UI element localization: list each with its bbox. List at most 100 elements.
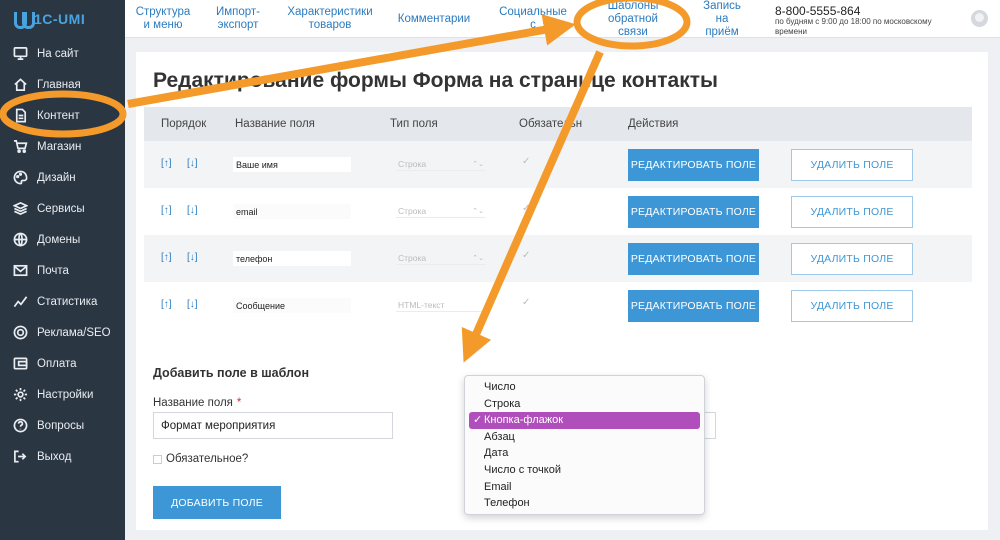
tab-label: экспорт	[217, 19, 259, 31]
tab-social[interactable]: Социальные с	[495, 0, 571, 38]
move-up-button[interactable]: [↑]	[161, 158, 172, 169]
sidebar-item-shop[interactable]: Магазин	[0, 131, 125, 162]
move-down-button[interactable]: [↓]	[187, 158, 198, 169]
dropdown-option[interactable]: Строка	[465, 396, 704, 413]
tab-feedback-templates[interactable]: Шаблоны обратной связи	[595, 0, 671, 38]
move-up-button[interactable]: [↑]	[161, 252, 172, 263]
table-row: [↑] [↓] Строка ⌃⌄ ✓ РЕДАКТИРОВАТЬ ПОЛЕ УД…	[144, 188, 972, 235]
new-field-name-input[interactable]	[153, 412, 393, 439]
support-hours: по будням с 9:00 до 18:00 по московскому…	[775, 17, 932, 36]
tab-label: приём	[705, 25, 739, 38]
tab-label: Шаблоны	[607, 0, 659, 12]
palette-icon	[12, 170, 28, 186]
required-checkbox[interactable]: ✓	[522, 250, 530, 261]
field-name-input[interactable]	[233, 298, 351, 313]
add-field-heading: Добавить поле в шаблон	[153, 366, 309, 380]
tab-label: Характеристики	[287, 6, 373, 18]
field-type-select[interactable]: Строка ⌃⌄	[396, 159, 486, 171]
globe-icon	[12, 232, 28, 248]
sidebar-item-settings[interactable]: Настройки	[0, 379, 125, 410]
tab-comments[interactable]: Комментарии	[393, 0, 475, 38]
field-type-value: HTML-текст	[398, 300, 445, 310]
tab-structure[interactable]: Структура и меню	[133, 0, 193, 38]
add-field-button[interactable]: ДОБАВИТЬ ПОЛЕ	[153, 486, 281, 519]
required-checkbox[interactable]: ✓	[522, 156, 530, 167]
sidebar-item-stats[interactable]: Статистика	[0, 286, 125, 317]
sidebar-item-label: Реклама/SEO	[37, 326, 111, 339]
tab-product-properties[interactable]: Характеристики товаров	[282, 0, 378, 38]
field-name-label-text: Название поля	[153, 397, 233, 409]
target-icon	[12, 325, 28, 341]
delete-field-button[interactable]: УДАЛИТЬ ПОЛЕ	[791, 149, 913, 181]
select-arrow-icon: ⌃⌄	[472, 255, 484, 262]
field-name-input[interactable]	[233, 204, 351, 219]
edit-field-button[interactable]: РЕДАКТИРОВАТЬ ПОЛЕ	[628, 290, 759, 322]
logo-icon	[14, 12, 35, 29]
sidebar-item-label: Магазин	[37, 140, 82, 153]
sidebar-item-logout[interactable]: Выход	[0, 441, 125, 472]
table-row: [↑] [↓] HTML-текст ✓ РЕДАКТИРОВАТЬ ПОЛЕ …	[144, 282, 972, 329]
sidebar-item-label: На сайт	[37, 47, 79, 60]
dropdown-option[interactable]: Email	[465, 479, 704, 496]
required-checkbox[interactable]: ✓	[522, 203, 530, 214]
delete-field-button[interactable]: УДАЛИТЬ ПОЛЕ	[791, 196, 913, 228]
sidebar-item-label: Домены	[37, 233, 81, 246]
sidebar-item-design[interactable]: Дизайн	[0, 162, 125, 193]
edit-field-button[interactable]: РЕДАКТИРОВАТЬ ПОЛЕ	[628, 243, 759, 275]
sidebar-item-mail[interactable]: Почта	[0, 255, 125, 286]
field-type-dropdown: Число Строка ✓ Кнопка-флажок Абзац Дата Ч…	[464, 375, 705, 515]
tab-label: обратной	[608, 12, 658, 25]
check-icon: ✓	[473, 414, 483, 427]
tab-import-export[interactable]: Импорт-экспорт	[207, 0, 269, 38]
dropdown-option[interactable]: Число	[465, 379, 704, 396]
tab-label: на	[715, 12, 729, 25]
document-icon	[12, 108, 28, 124]
question-icon	[12, 418, 28, 434]
wallet-icon	[12, 356, 28, 372]
tab-label: Социальные	[499, 6, 567, 18]
required-checkbox[interactable]: ✓	[522, 297, 530, 308]
delete-field-button[interactable]: УДАЛИТЬ ПОЛЕ	[791, 290, 913, 322]
sidebar-item-content[interactable]: Контент	[0, 100, 125, 131]
field-name-input[interactable]	[233, 157, 351, 172]
move-up-button[interactable]: [↑]	[161, 299, 172, 310]
dropdown-option[interactable]: Абзац	[465, 429, 704, 446]
dropdown-option[interactable]: Телефон	[465, 495, 704, 512]
move-down-button[interactable]: [↓]	[187, 299, 198, 310]
sidebar-item-site[interactable]: На сайт	[0, 38, 125, 69]
table-row: [↑] [↓] Строка ⌃⌄ ✓ РЕДАКТИРОВАТЬ ПОЛЕ УД…	[144, 235, 972, 282]
sidebar-item-services[interactable]: Сервисы	[0, 193, 125, 224]
sidebar-item-label: Оплата	[37, 357, 77, 370]
chart-icon	[12, 294, 28, 310]
field-type-select[interactable]: Строка ⌃⌄	[396, 206, 486, 218]
fields-table: Порядок Название поля Тип поля Обязатель…	[144, 107, 972, 329]
delete-field-button[interactable]: УДАЛИТЬ ПОЛЕ	[791, 243, 913, 275]
move-down-button[interactable]: [↓]	[187, 252, 198, 263]
stack-icon	[12, 201, 28, 217]
dropdown-option-selected[interactable]: ✓ Кнопка-флажок	[469, 412, 700, 429]
sidebar-item-domains[interactable]: Домены	[0, 224, 125, 255]
edit-field-button[interactable]: РЕДАКТИРОВАТЬ ПОЛЕ	[628, 196, 759, 228]
tab-appointment[interactable]: Запись на приём	[697, 0, 747, 38]
move-down-button[interactable]: [↓]	[187, 205, 198, 216]
tab-label: Структура	[135, 6, 191, 18]
sidebar-item-label: Выход	[37, 450, 72, 463]
required-checkbox-label: Обязательное?	[166, 453, 249, 465]
required-checkbox[interactable]	[153, 455, 162, 464]
column-header-name: Название поля	[235, 118, 315, 130]
field-type-select[interactable]: Строка ⌃⌄	[396, 253, 486, 265]
sidebar-item-payment[interactable]: Оплата	[0, 348, 125, 379]
sidebar-item-faq[interactable]: Вопросы	[0, 410, 125, 441]
field-name-input[interactable]	[233, 251, 351, 266]
field-type-select[interactable]: HTML-текст	[396, 300, 486, 312]
language-globe-icon[interactable]	[971, 10, 988, 27]
column-header-actions: Действия	[628, 118, 679, 130]
logo[interactable]: 1C-UMI	[0, 0, 125, 38]
sidebar-item-home[interactable]: Главная	[0, 69, 125, 100]
move-up-button[interactable]: [↑]	[161, 205, 172, 216]
dropdown-option[interactable]: Число с точкой	[465, 462, 704, 479]
sidebar-item-label: Статистика	[37, 295, 98, 308]
sidebar-item-seo[interactable]: Реклама/SEO	[0, 317, 125, 348]
edit-field-button[interactable]: РЕДАКТИРОВАТЬ ПОЛЕ	[628, 149, 759, 181]
dropdown-option[interactable]: Дата	[465, 445, 704, 462]
